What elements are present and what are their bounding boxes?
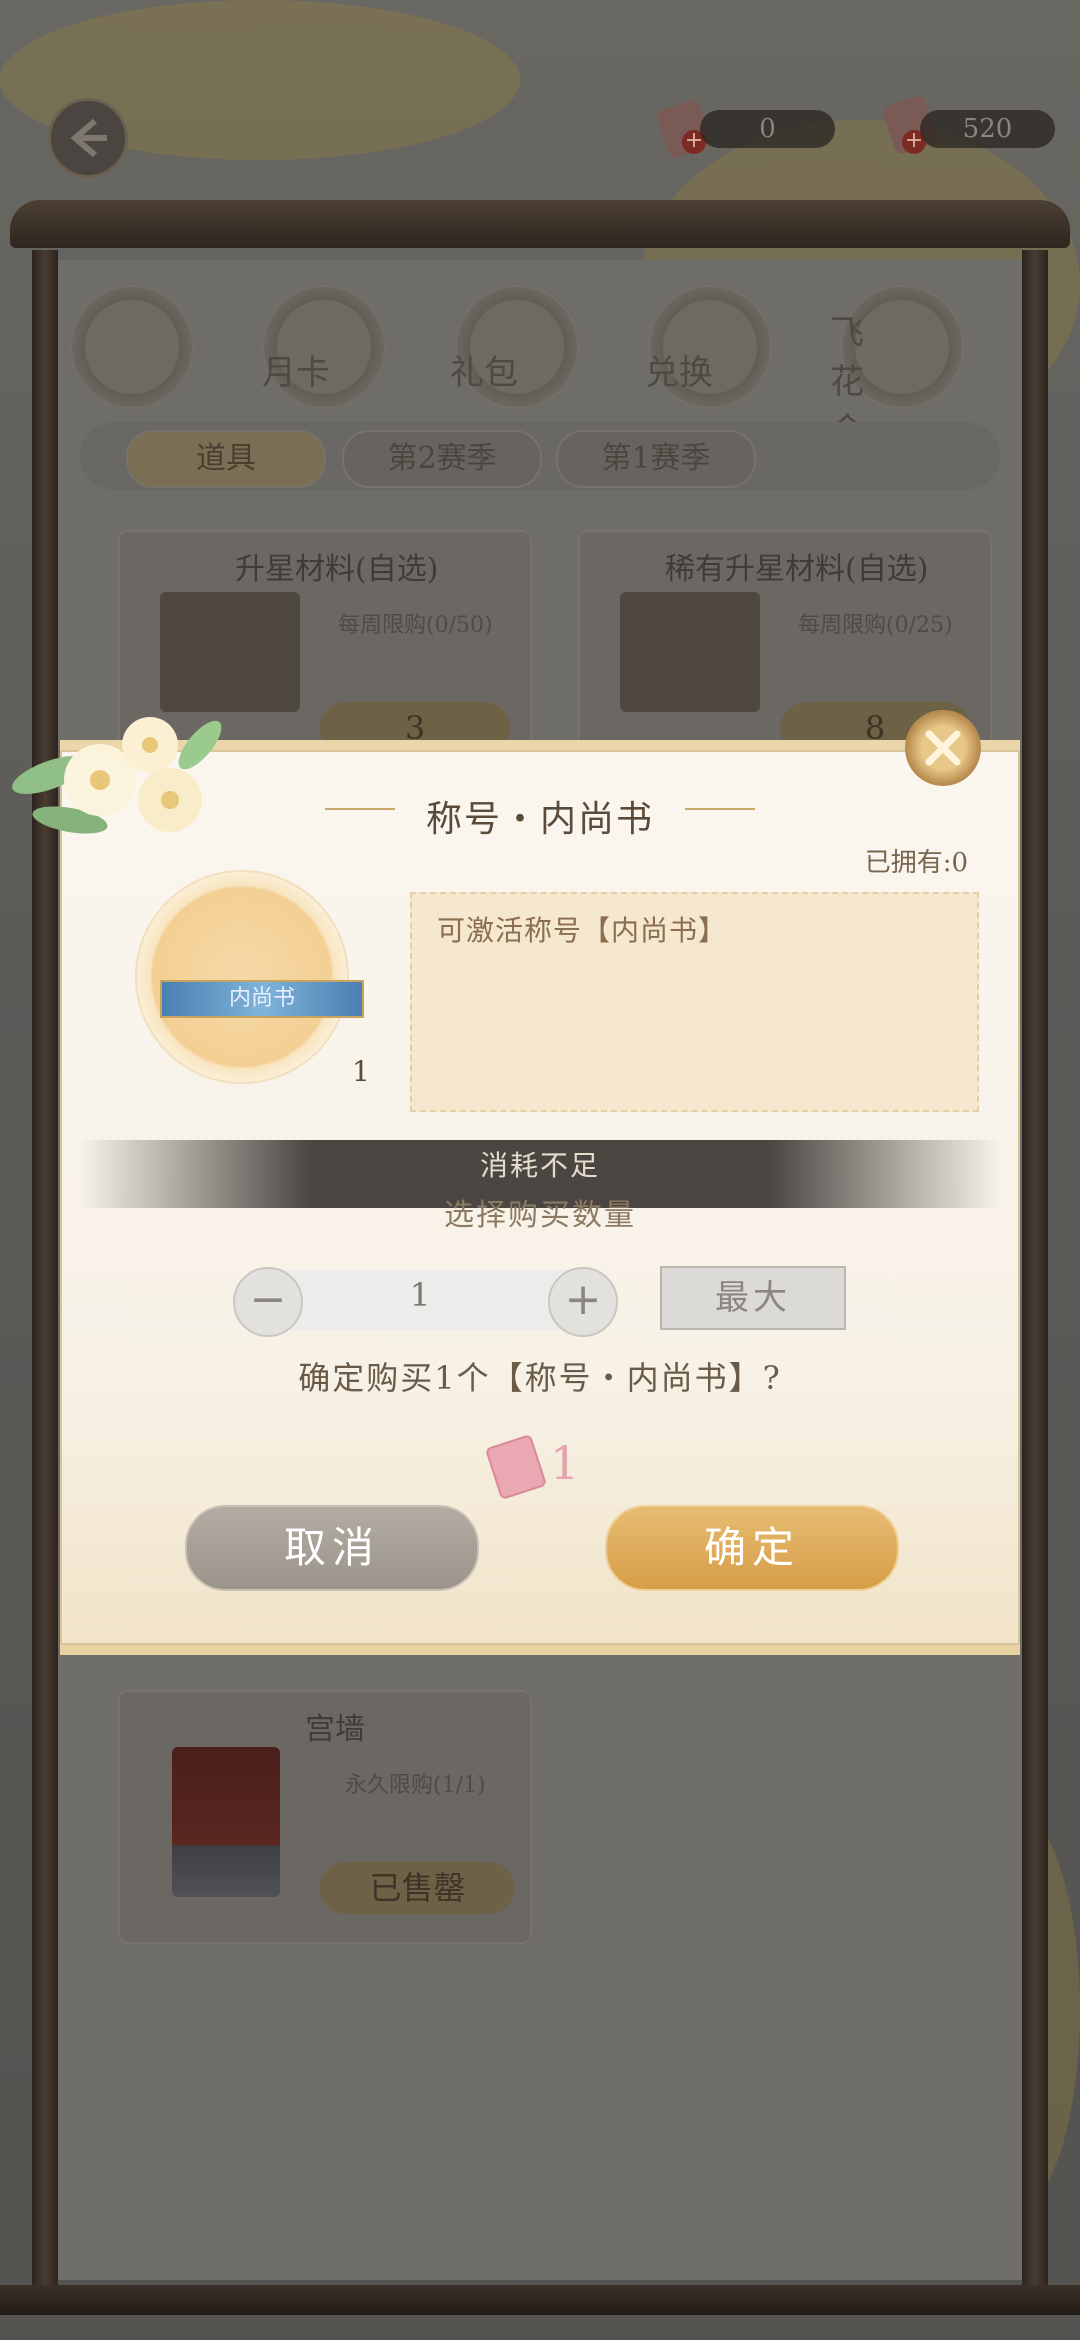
category-coin[interactable] [70,285,194,409]
shop-card-title: 稀有升星材料(自选) [665,552,929,587]
frame-top-beam [10,200,1070,248]
back-arrow-icon [70,118,107,158]
material-chest-image [160,592,300,712]
quantity-title: 选择购买数量 [444,1198,636,1233]
category-label: 兑换 [645,353,713,393]
currency-right-value: 520 [920,110,1055,148]
shop-card-limit: 每周限购(0/25) [798,613,953,638]
title-badge-image: 内尚书 [160,980,364,1018]
item-description: 可激活称号【内尚书】 [437,914,728,947]
shop-card-title: 升星材料(自选) [235,552,439,587]
minus-button[interactable]: − [233,1267,303,1337]
quantity-value[interactable]: 1 [345,1276,495,1314]
flower-decoration-icon [12,717,222,834]
description-box: 可激活称号【内尚书】 [410,892,979,1112]
max-button[interactable]: 最大 [660,1266,846,1330]
frame-bottom-beam [0,2285,1080,2315]
tab-items[interactable]: 道具 [126,430,326,488]
category-label: 礼包 [450,353,518,393]
ticket-icon [484,1433,548,1501]
cancel-button[interactable]: 取消 [185,1505,479,1591]
currency-left-value: 0 [700,110,835,148]
frame-post-left [32,250,58,2290]
material-chest-image [620,592,760,712]
confirm-message: 确定购买1个【称号・内尚书】? [298,1359,782,1397]
purchase-dialog: 称号・内尚书 已拥有:0 内尚书 1 可激活称号【内尚书】 选择购买数量 消耗不… [60,740,1020,1655]
tab-season-1[interactable]: 第1赛季 [556,430,756,488]
category-label: 月卡 [262,353,330,393]
item-quantity: 1 [352,1055,370,1088]
confirm-button[interactable]: 确定 [605,1505,899,1591]
close-button[interactable] [905,710,981,786]
shop-card-limit: 每周限购(0/50) [338,613,493,638]
shop-card-limit: 永久限购(1/1) [345,1773,486,1798]
cost-value: 1 [550,1436,580,1490]
tab-season-2[interactable]: 第2赛季 [342,430,542,488]
shop-card-title: 宫墙 [305,1712,365,1747]
palace-wall-image [172,1747,280,1897]
shop-card[interactable]: 宫墙 永久限购(1/1) 已售罄 [118,1690,532,1944]
back-button[interactable] [48,98,128,178]
insufficient-toast: 消耗不足 [479,1149,600,1182]
frame-post-right [1022,250,1048,2290]
close-icon [925,730,961,766]
item-icon-frame [135,870,349,1084]
owned-count: 已拥有:0 [864,848,968,878]
plus-button[interactable]: + [548,1267,618,1337]
title-ornament-right [685,808,755,810]
sold-out-label: 已售罄 [320,1862,515,1914]
